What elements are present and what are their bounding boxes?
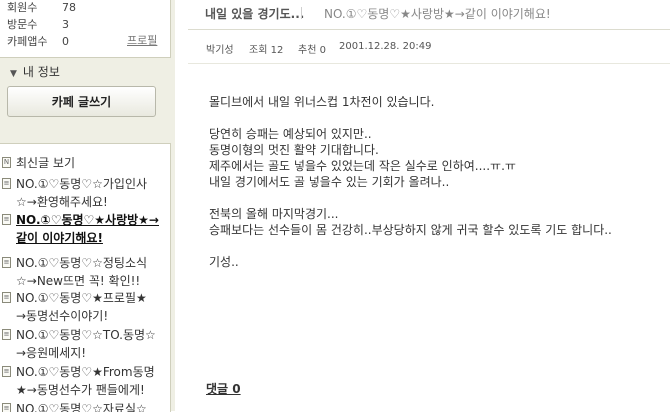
- post-paragraph: 당연히 승패는 예상되어 있지만.. 동명이형의 멋진 활약 기대합니다. 제주…: [209, 127, 516, 189]
- stat-value: 78: [62, 1, 76, 14]
- board-icon: ≡: [2, 178, 11, 189]
- post-paragraph: 몰디브에서 내일 위너스컵 1차전이 있습니다.: [209, 95, 435, 109]
- post-header: 내일 있을 경기도... NO.①♡동명♡★사랑방★→같이 이야기해요!: [188, 0, 670, 30]
- post-date: 2001.12.28. 20:49: [339, 41, 432, 52]
- stat-label: 방문수: [7, 18, 38, 31]
- post-body: 몰디브에서 내일 위너스컵 1차전이 있습니다. 당연히 승패는 예상되어 있지…: [209, 94, 667, 286]
- recommend-count: 추천 0: [298, 45, 326, 56]
- comments-link[interactable]: 댓글 0: [206, 380, 241, 397]
- stat-value: 3: [62, 18, 69, 31]
- new-board-icon: N: [2, 157, 11, 168]
- board-icon: ≡: [2, 366, 11, 377]
- stat-label: 회원수: [7, 1, 38, 14]
- author-name[interactable]: 박기성: [206, 41, 234, 56]
- menu-item-label: 최신글 보기: [16, 156, 76, 170]
- view-count: 조회 12: [249, 45, 284, 56]
- menu-item-label: NO.①♡동명♡★사랑방★→ 같이 이야기해요!: [16, 213, 159, 245]
- menu-item-label: NO.①♡동명♡☆가입인사 ☆→환영해주세요!: [16, 177, 148, 209]
- menu-item-label: NO.①♡동명♡★프로필★ →동명선수이야기!: [16, 291, 147, 323]
- menu-item-label: NO.①♡동명♡☆자료실☆: [16, 402, 147, 412]
- post-title: 내일 있을 경기도...: [205, 7, 305, 21]
- cafe-stats: 회원수 78 방문수 3 카페앱수 0 프로필: [0, 0, 171, 58]
- menu-item-label: NO.①♡동명♡☆TO.동명☆ →응원메세지!: [16, 328, 156, 360]
- my-info-toggle[interactable]: ▼ 내 정보: [10, 64, 60, 80]
- board-icon: ≡: [2, 329, 11, 340]
- my-info-label: 내 정보: [22, 65, 60, 79]
- post-paragraph: 전북의 올해 마지막경기... 승패보다는 선수들이 몸 건강히..부상당하지 …: [209, 207, 612, 237]
- chevron-down-icon: ▼: [10, 69, 17, 79]
- stat-value: 0: [62, 35, 69, 48]
- header-divider: [301, 7, 302, 19]
- left-sidebar: 회원수 78 방문수 3 카페앱수 0 프로필 ▼ 내 정보 카페 글쓰기 N 최…: [0, 0, 175, 412]
- post-view: 내일 있을 경기도... NO.①♡동명♡★사랑방★→같이 이야기해요! 박기성…: [188, 0, 670, 411]
- post-paragraph: 기성..: [209, 255, 239, 269]
- board-name-link[interactable]: NO.①♡동명♡★사랑방★→같이 이야기해요!: [324, 5, 551, 22]
- divider: [188, 63, 670, 64]
- menu-item-label: NO.①♡동명♡☆정팅소식 ☆→New뜨면 꼭! 확인!!: [16, 256, 148, 288]
- board-icon: ≡: [2, 257, 11, 268]
- cafe-write-button[interactable]: 카페 글쓰기: [7, 86, 156, 117]
- board-icon: ≡: [2, 292, 11, 303]
- board-menu: N 최신글 보기 ≡ NO.①♡동명♡☆가입인사 ☆→환영해주세요! ≡ NO.…: [0, 143, 171, 412]
- menu-item-label: NO.①♡동명♡★From동명 ★→동명선수가 팬들에게!: [16, 365, 155, 397]
- profile-link[interactable]: 프로필: [127, 33, 157, 49]
- stat-label: 카페앱수: [7, 35, 48, 48]
- board-icon: ≡: [2, 214, 11, 225]
